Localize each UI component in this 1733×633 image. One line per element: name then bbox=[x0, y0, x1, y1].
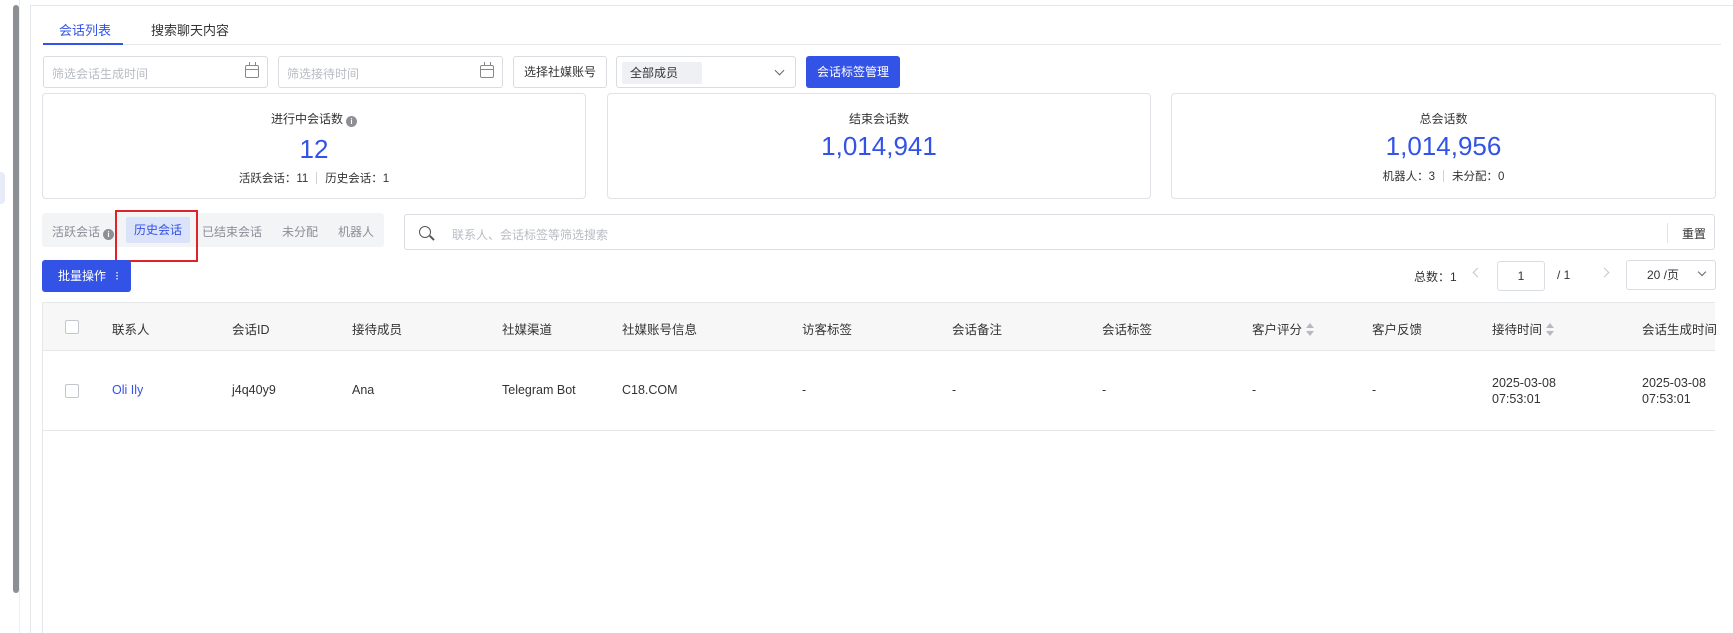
header-account-info: 社媒账号信息 bbox=[622, 323, 698, 337]
created-time-cell: 2025-03-08 07:53:01 bbox=[1642, 375, 1706, 407]
ongoing-value: 12 bbox=[299, 134, 329, 164]
sort-icon[interactable] bbox=[1546, 323, 1555, 336]
segment-active[interactable]: 活跃会话 i bbox=[52, 223, 115, 240]
calendar-icon bbox=[480, 62, 494, 78]
tab-search-chat[interactable]: 搜索聊天内容 bbox=[151, 20, 229, 39]
divider bbox=[1443, 170, 1444, 182]
row-checkbox[interactable] bbox=[65, 384, 79, 398]
unassigned-count: 未分配：0 bbox=[1452, 171, 1505, 183]
select-all-checkbox[interactable] bbox=[65, 320, 79, 334]
rating-cell: - bbox=[1252, 383, 1257, 397]
channel-cell: Telegram Bot bbox=[502, 383, 576, 397]
reception-date: 2025-03-08 bbox=[1492, 376, 1556, 390]
header-feedback: 客户反馈 bbox=[1372, 323, 1423, 337]
header-reception-time[interactable]: 接待时间 bbox=[1492, 319, 1555, 338]
robot-count: 机器人：3 bbox=[1382, 171, 1435, 183]
search-icon bbox=[419, 226, 431, 238]
highlight-annotation-box bbox=[115, 210, 198, 262]
sort-icon[interactable] bbox=[1306, 323, 1315, 336]
header-channel: 社媒渠道 bbox=[502, 323, 553, 337]
session-id-cell: j4q40y9 bbox=[232, 383, 276, 397]
segment-unassigned[interactable]: 未分配 bbox=[282, 223, 318, 240]
tab-session-list[interactable]: 会话列表 bbox=[59, 20, 111, 39]
ended-value: 1,014,941 bbox=[821, 131, 937, 161]
total-value: 1,014,956 bbox=[1385, 131, 1502, 161]
ended-title: 结束会话数 bbox=[848, 112, 909, 126]
contact-link[interactable]: Oli Ily bbox=[112, 383, 143, 397]
table-header: 联系人 会话ID 接待成员 社媒渠道 社媒账号信息 访客标签 会话备注 会话标签… bbox=[43, 303, 1718, 351]
segment-robot[interactable]: 机器人 bbox=[338, 223, 374, 240]
members-select-value: 全部成员 bbox=[622, 62, 702, 84]
page-size-select[interactable]: 20 /页 bbox=[1626, 260, 1716, 290]
history-sessions-count: 历史会话：1 bbox=[325, 173, 390, 185]
members-select[interactable]: 全部成员 bbox=[616, 56, 796, 88]
total-breakdown: 机器人：3 未分配：0 bbox=[1172, 168, 1715, 184]
table-row[interactable]: Oli Ily j4q40y9 Ana Telegram Bot C18.COM… bbox=[43, 351, 1715, 431]
batch-actions-button[interactable]: 批量操作 ⁝ bbox=[42, 260, 131, 292]
ongoing-title: 进行中会话数 bbox=[270, 112, 343, 126]
visitor-tags-cell: - bbox=[802, 383, 807, 397]
header-session-id: 会话ID bbox=[232, 323, 270, 337]
session-search-bar[interactable]: 联系人、会话标签等筛选搜索 重置 bbox=[404, 214, 1715, 250]
search-placeholder: 联系人、会话标签等筛选搜索 bbox=[452, 228, 609, 242]
batch-actions-label: 批量操作 bbox=[58, 269, 107, 283]
divider bbox=[316, 172, 318, 184]
ended-stat-card: 结束会话数 1,014,941 bbox=[607, 93, 1151, 199]
page-size-value: 20 /页 bbox=[1647, 268, 1680, 282]
ongoing-title-row: 进行中会话数 i bbox=[43, 110, 585, 127]
session-note-cell: - bbox=[952, 383, 957, 397]
agent-cell: Ana bbox=[352, 383, 375, 397]
pagination-page-count: / 1 bbox=[1557, 268, 1571, 282]
rail-active-indicator bbox=[0, 172, 5, 204]
segment-active-label: 活跃会话 bbox=[52, 225, 101, 239]
reception-time-placeholder: 筛选接待时间 bbox=[287, 67, 360, 81]
chevron-down-icon bbox=[774, 65, 785, 76]
top-tabs: 会话列表 搜索聊天内容 bbox=[43, 6, 1721, 45]
page-number-input[interactable]: 1 bbox=[1497, 261, 1545, 291]
reception-clock: 07:53:01 bbox=[1492, 392, 1541, 406]
header-session-note: 会话备注 bbox=[952, 323, 1003, 337]
sessions-table: 联系人 会话ID 接待成员 社媒渠道 社媒账号信息 访客标签 会话备注 会话标签… bbox=[42, 302, 1718, 633]
account-info-cell: C18.COM bbox=[622, 383, 678, 397]
header-rating[interactable]: 客户评分 bbox=[1252, 319, 1315, 338]
header-rating-label: 客户评分 bbox=[1252, 323, 1303, 337]
header-session-tags: 会话标签 bbox=[1102, 323, 1153, 337]
calendar-icon bbox=[245, 62, 259, 78]
total-stat-card: 总会话数 1,014,956 机器人：3 未分配：0 bbox=[1171, 93, 1716, 199]
header-created-time: 会话生成时间 bbox=[1642, 323, 1718, 337]
info-icon[interactable]: i bbox=[346, 116, 357, 127]
segment-ended[interactable]: 已结束会话 bbox=[202, 223, 262, 240]
vertical-scrollbar[interactable] bbox=[13, 5, 19, 593]
header-contact: 联系人 bbox=[112, 323, 150, 337]
ongoing-breakdown: 活跃会话：11 历史会话：1 bbox=[43, 170, 585, 186]
ongoing-stat-card: 进行中会话数 i 12 活跃会话：11 历史会话：1 bbox=[42, 93, 586, 199]
reception-time-cell: 2025-03-08 07:53:01 bbox=[1492, 375, 1556, 407]
info-icon[interactable]: i bbox=[103, 229, 115, 240]
header-agent: 接待成员 bbox=[352, 323, 403, 337]
created-time-placeholder: 筛选会话生成时间 bbox=[52, 67, 149, 81]
chevron-down-icon bbox=[1697, 267, 1707, 277]
more-vertical-icon: ⁝ bbox=[115, 269, 119, 283]
header-reception-time-label: 接待时间 bbox=[1492, 323, 1543, 337]
divider bbox=[1667, 223, 1668, 243]
reception-time-filter[interactable]: 筛选接待时间 bbox=[278, 56, 503, 88]
feedback-cell: - bbox=[1372, 383, 1377, 397]
tag-manage-button[interactable]: 会话标签管理 bbox=[806, 56, 900, 88]
active-sessions-count: 活跃会话：11 bbox=[238, 173, 309, 185]
header-visitor-tags: 访客标签 bbox=[802, 323, 853, 337]
select-social-account-button[interactable]: 选择社媒账号 bbox=[513, 56, 607, 88]
created-time-filter[interactable]: 筛选会话生成时间 bbox=[43, 56, 268, 88]
pagination-total: 总数：1 bbox=[1414, 270, 1457, 284]
created-clock: 07:53:01 bbox=[1642, 392, 1691, 406]
session-type-segment: 活跃会话 i 历史会话 已结束会话 未分配 机器人 bbox=[42, 213, 384, 247]
left-rail bbox=[0, 0, 20, 633]
created-date: 2025-03-08 bbox=[1642, 376, 1706, 390]
tab-active-underline bbox=[43, 43, 123, 45]
session-tags-cell: - bbox=[1102, 383, 1107, 397]
total-title: 总会话数 bbox=[1419, 112, 1468, 126]
reset-button[interactable]: 重置 bbox=[1682, 225, 1706, 242]
